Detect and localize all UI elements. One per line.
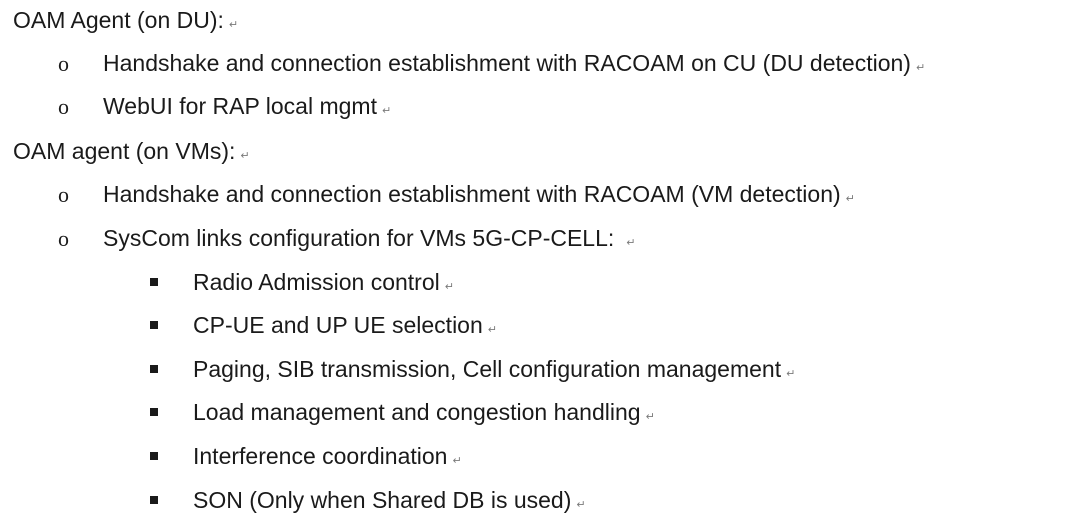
- square-bullet-icon: [150, 452, 158, 460]
- document-page: OAM Agent (on DU): ↵ o Handshake and con…: [0, 0, 1082, 527]
- square-bullet-icon: [150, 321, 158, 329]
- list-item-text: Handshake and connection establishment w…: [103, 181, 841, 207]
- list-item-text: SON (Only when Shared DB is used): [193, 487, 572, 513]
- list-item-cell-4: Load management and congestion handling …: [0, 397, 655, 427]
- paragraph-mark-icon: ↵: [381, 105, 392, 117]
- heading-text: OAM agent (on VMs):: [13, 138, 236, 164]
- paragraph-mark-icon: ↵: [444, 281, 454, 293]
- list-item-cell-3: Paging, SIB transmission, Cell configura…: [0, 354, 795, 384]
- paragraph-mark-icon: ↵: [626, 237, 636, 249]
- list-item-text: SysCom links configuration for VMs 5G-CP…: [103, 225, 615, 251]
- list-item-text: Paging, SIB transmission, Cell configura…: [193, 356, 782, 382]
- list-item-text: CP-UE and UP UE selection: [193, 312, 483, 338]
- list-item-text: Radio Admission control: [193, 269, 440, 295]
- list-item-text: Interference coordination: [193, 443, 448, 469]
- list-item-vm-1: o Handshake and connection establishment…: [0, 179, 855, 209]
- square-bullet-icon: [150, 278, 158, 286]
- list-item-cell-6: SON (Only when Shared DB is used) ↵: [0, 485, 586, 515]
- paragraph-mark-icon: ↵: [228, 19, 239, 31]
- paragraph-mark-icon: ↵: [915, 62, 926, 74]
- list-item-text: Handshake and connection establishment w…: [103, 50, 911, 76]
- circle-bullet-icon: o: [58, 94, 69, 119]
- square-bullet-icon: [150, 365, 158, 373]
- square-bullet-icon: [150, 408, 158, 416]
- heading-oam-agent-vms: OAM agent (on VMs): ↵: [0, 136, 250, 166]
- paragraph-mark-icon: ↵: [845, 193, 855, 205]
- list-item-cell-2: CP-UE and UP UE selection ↵: [0, 310, 497, 340]
- square-bullet-icon: [150, 496, 158, 504]
- paragraph-mark-icon: ↵: [786, 368, 796, 380]
- heading-text: OAM Agent (on DU):: [13, 7, 224, 33]
- paragraph-mark-icon: ↵: [452, 455, 462, 467]
- list-item-text: Load management and congestion handling: [193, 399, 641, 425]
- list-item-cell-5: Interference coordination ↵: [0, 441, 462, 471]
- paragraph-mark-icon: ↵: [576, 499, 586, 511]
- heading-oam-agent-du: OAM Agent (on DU): ↵: [0, 5, 238, 35]
- list-item-text: WebUI for RAP local mgmt: [103, 93, 377, 119]
- paragraph-mark-icon: ↵: [240, 150, 250, 162]
- circle-bullet-icon: o: [58, 226, 69, 251]
- list-item-du-2: o WebUI for RAP local mgmt ↵: [0, 91, 391, 121]
- list-item-vm-2: o SysCom links configuration for VMs 5G-…: [0, 223, 636, 253]
- circle-bullet-icon: o: [58, 182, 69, 207]
- paragraph-mark-icon: ↵: [645, 411, 655, 423]
- list-item-du-1: o Handshake and connection establishment…: [0, 48, 925, 78]
- circle-bullet-icon: o: [58, 51, 69, 76]
- list-item-cell-1: Radio Admission control ↵: [0, 267, 454, 297]
- paragraph-mark-icon: ↵: [487, 324, 497, 336]
